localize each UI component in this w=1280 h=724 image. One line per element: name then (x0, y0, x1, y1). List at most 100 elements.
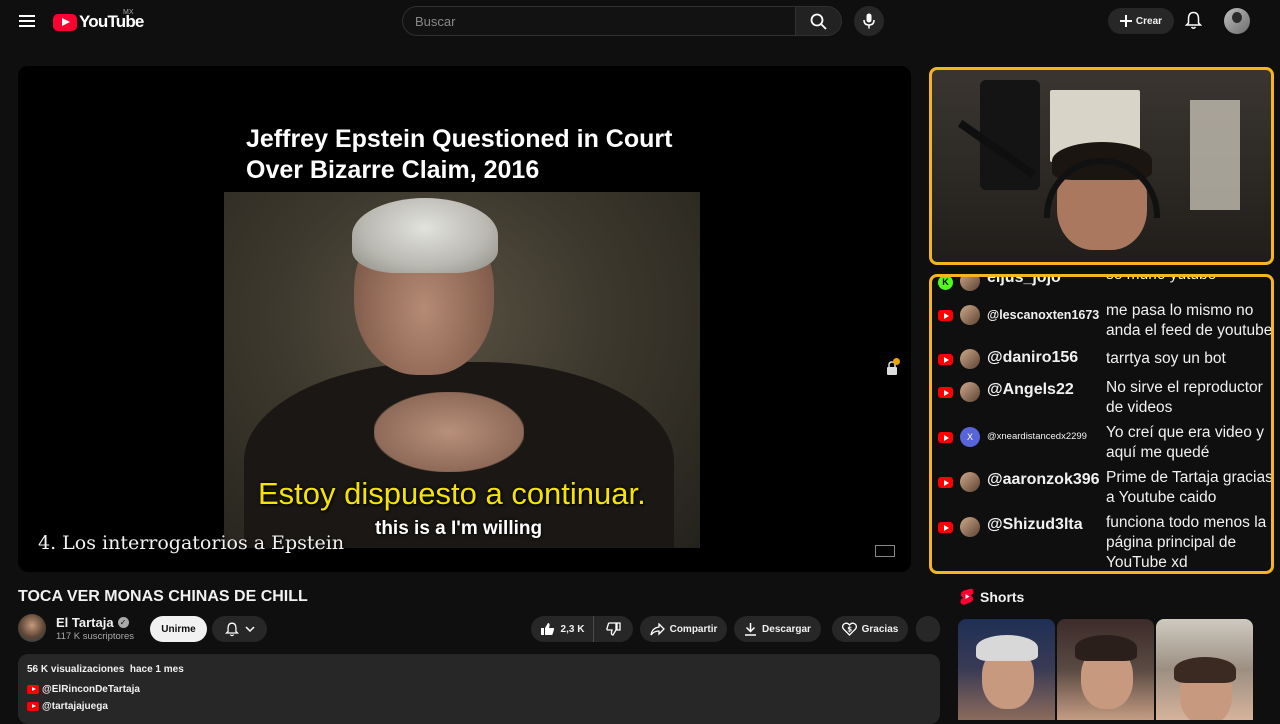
person-hands (374, 392, 524, 472)
youtube-icon (938, 387, 953, 398)
chat-username: @Angels22 (987, 381, 1074, 398)
description-box[interactable]: 56 K visualizaciones hace 1 mes @ElRinco… (18, 654, 940, 724)
video-title: TOCA VER MONAS CHINAS DE CHILL (18, 588, 308, 605)
chat-text: Prime de Tartaja gracias a Youtube caido (1106, 469, 1273, 506)
short-hair (976, 635, 1038, 661)
search-button[interactable] (796, 6, 842, 36)
dislike-button[interactable] (594, 616, 633, 642)
voice-search-button[interactable] (854, 6, 884, 36)
chat-message: K eljus_jojo se murio yutube (938, 274, 1271, 291)
subtitle-english: this is a I'm willing (375, 518, 543, 539)
microphone-icon (863, 13, 875, 29)
youtube-icon (27, 702, 39, 711)
like-count: 2,3 K (560, 623, 585, 635)
download-label: Descargar (762, 623, 811, 635)
chat-text: funciona todo menos la página principal … (1106, 514, 1267, 571)
chat-text: se murio yutube (1106, 274, 1217, 283)
more-actions-button[interactable] (916, 616, 940, 642)
webcam-overlay (929, 67, 1274, 265)
search-box[interactable] (402, 6, 796, 36)
account-avatar[interactable] (1224, 8, 1250, 34)
chat-message: @Angels22 No sirve el reproductor de vid… (938, 378, 1271, 418)
youtube-icon (27, 685, 39, 694)
chat-message: @aaronzok396 Prime de Tartaja gracias a … (938, 468, 1273, 508)
wall-shelf-right (1190, 100, 1240, 210)
thanks-button[interactable]: $ Gracias (832, 616, 908, 642)
chapter-title: 4. Los interrogatorios a Epstein (38, 532, 345, 554)
search-input[interactable] (415, 13, 795, 29)
chat-avatar (960, 305, 980, 325)
thumbs-up-icon (540, 623, 554, 635)
chat-avatar (960, 349, 980, 369)
svg-text:$: $ (847, 626, 852, 634)
download-icon (745, 623, 757, 636)
chat-text: me pasa lo mismo no anda el feed de yout… (1106, 302, 1273, 339)
join-button[interactable]: Unirme (150, 616, 207, 642)
short-thumbnail[interactable] (1057, 619, 1154, 720)
region-code: MX (123, 9, 134, 16)
share-label: Compartir (669, 623, 718, 635)
alert-dot-icon (893, 358, 900, 365)
chat-avatar (960, 382, 980, 402)
top-bar: YouTube MX Crear (0, 0, 1280, 42)
shorts-icon (960, 588, 974, 605)
channel-name-row[interactable]: El Tartaja ✓ (56, 615, 129, 630)
create-button[interactable]: Crear (1108, 8, 1174, 34)
share-button[interactable]: Compartir (640, 616, 727, 642)
bell-icon (224, 622, 239, 636)
like-dislike-group: 2,3 K (531, 616, 633, 642)
short-hair (1174, 657, 1236, 683)
short-thumbnail[interactable] (1156, 619, 1253, 720)
chat-text: No sirve el reproductor de videos (1106, 379, 1263, 416)
chat-username: @daniro156 (987, 349, 1079, 366)
subtitle-spanish: Estoy dispuesto a continuar. (258, 476, 646, 511)
youtube-icon (938, 477, 953, 488)
menu-icon[interactable] (16, 10, 38, 32)
description-link[interactable]: @tartajajuega (27, 701, 108, 712)
chat-overlay: K eljus_jojo se murio yutube @lescanoxte… (929, 274, 1274, 574)
channel-link-label[interactable]: @ElRinconDeTartaja (42, 684, 140, 695)
chat-text: tarrtya soy un bot (1106, 350, 1226, 367)
plus-icon (1119, 15, 1132, 27)
verified-check-icon: ✓ (117, 617, 129, 628)
subscription-notifications-button[interactable] (212, 616, 267, 642)
watermark-icon (875, 545, 895, 557)
kick-icon: K (938, 277, 953, 290)
like-button[interactable]: 2,3 K (531, 616, 594, 642)
thumbs-down-icon (606, 622, 621, 636)
chat-username: @aaronzok396 (987, 471, 1100, 488)
description-link[interactable]: @ElRinconDeTartaja (27, 684, 140, 695)
chevron-down-icon (244, 626, 255, 632)
thanks-label: Gracias (861, 623, 899, 635)
clip-title-line1: Jeffrey Epstein Questioned in Court (246, 125, 673, 153)
shorts-header: Shorts (960, 588, 1024, 605)
chat-avatar (960, 472, 980, 492)
chat-message: @lescanoxten1673 me pasa lo mismo no and… (938, 301, 1273, 341)
youtube-icon (938, 522, 953, 533)
clip-title-line2: Over Bizarre Claim, 2016 (246, 156, 540, 184)
subscriber-count: 117 K suscriptores (56, 631, 134, 642)
chat-message: @Shizud3lta funciona todo menos la págin… (938, 513, 1271, 571)
download-button[interactable]: Descargar (734, 616, 821, 642)
shorts-heading: Shorts (980, 588, 1025, 605)
chat-avatar (960, 277, 980, 291)
upload-date: hace 1 mes (129, 664, 184, 675)
chat-message: X @xneardistancedx2299 Yo creí que era v… (938, 423, 1271, 463)
short-hair (1075, 635, 1137, 661)
notifications-bell-icon[interactable] (1185, 11, 1202, 30)
chat-username: @lescanoxten1673 (987, 308, 1100, 322)
person-hair (352, 198, 498, 273)
chat-username: @xneardistancedx2299 (987, 431, 1087, 442)
channel-avatar[interactable] (18, 614, 46, 642)
youtube-icon (938, 432, 953, 443)
youtube-play-icon (53, 13, 77, 31)
youtube-icon (938, 354, 953, 365)
short-thumbnail[interactable] (958, 619, 1055, 720)
channel-link-label[interactable]: @tartajajuega (42, 701, 108, 712)
search-icon (810, 13, 827, 30)
video-player[interactable]: Jeffrey Epstein Questioned in Court Over… (18, 66, 911, 572)
chat-avatar: X (960, 427, 980, 447)
heart-dollar-icon: $ (841, 622, 857, 636)
create-label: Crear (1135, 15, 1163, 27)
channel-name[interactable]: El Tartaja (56, 615, 114, 630)
